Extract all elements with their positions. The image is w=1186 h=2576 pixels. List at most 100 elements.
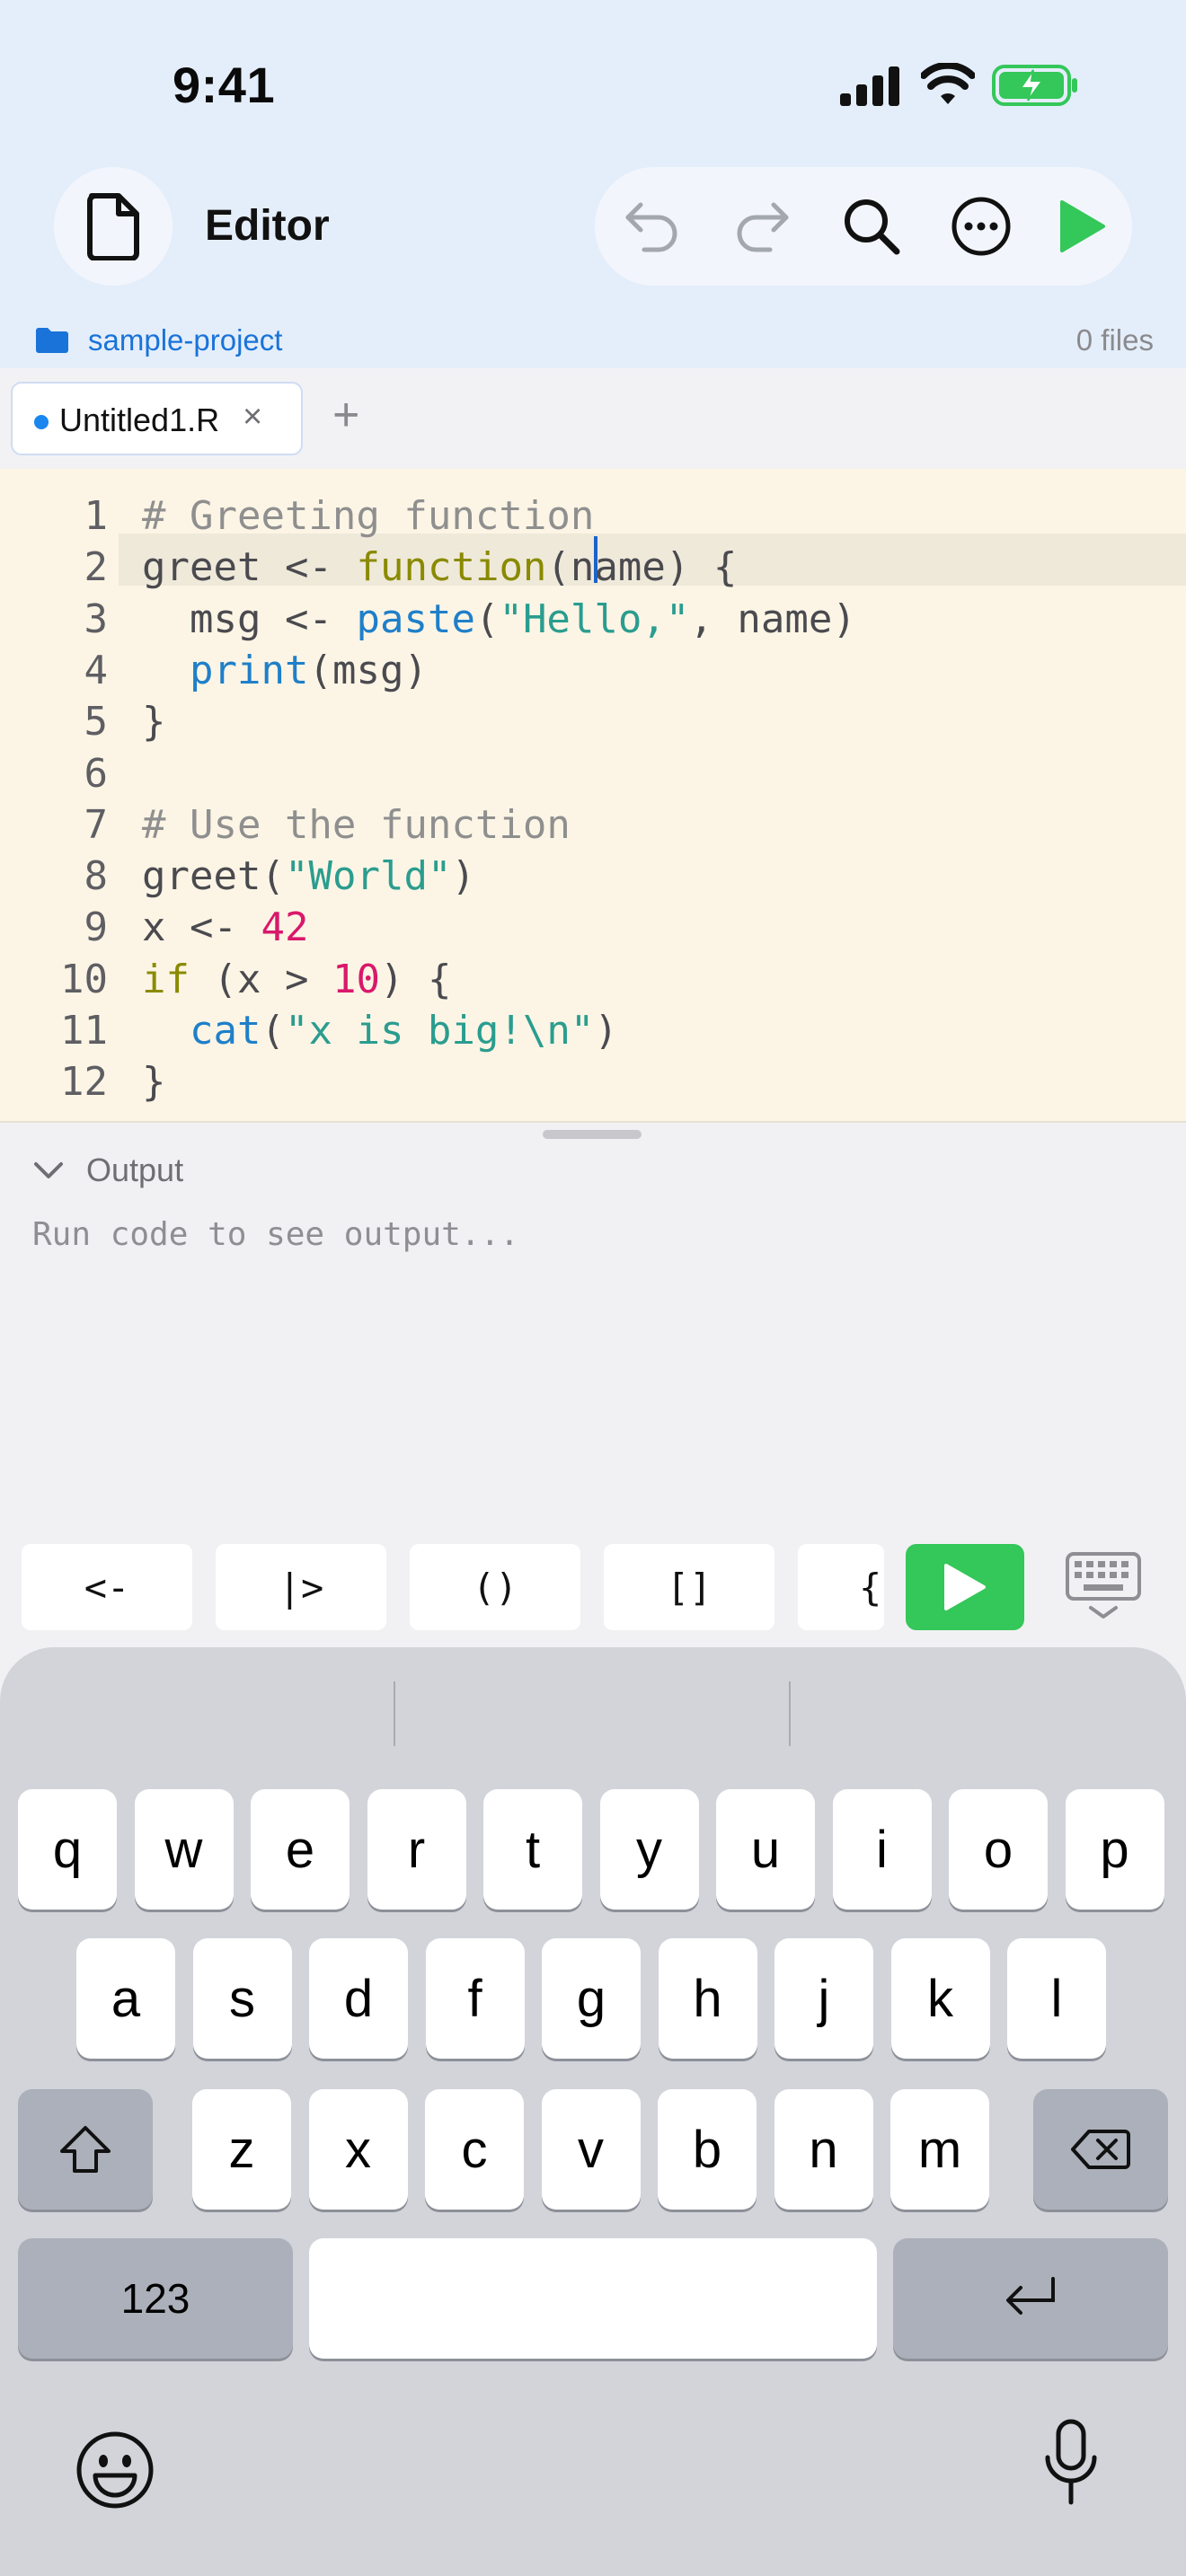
tab-label: Untitled1.R	[59, 401, 220, 438]
suggestion-divider	[394, 1681, 395, 1746]
key-k[interactable]: k	[890, 1938, 990, 2059]
line-number: 7	[84, 801, 109, 848]
key-s[interactable]: s	[192, 1938, 292, 2059]
key-z[interactable]: z	[192, 2089, 291, 2210]
parens-key[interactable]: ()	[410, 1544, 580, 1630]
more-icon	[951, 197, 1011, 256]
project-row: sample-project 0 files	[0, 316, 1186, 368]
delete-key[interactable]	[1033, 2089, 1168, 2210]
code-line[interactable]: 5}	[0, 696, 1186, 747]
assign-key[interactable]: <-	[22, 1544, 192, 1630]
delete-icon	[1071, 2130, 1130, 2169]
code-text: msg <- paste("Hello,", name)	[190, 595, 856, 642]
key-j[interactable]: j	[774, 1938, 873, 2059]
accessory-run-button[interactable]	[906, 1544, 1024, 1630]
key-w[interactable]: w	[134, 1789, 234, 1910]
space-key[interactable]	[309, 2238, 877, 2359]
tab-untitled1[interactable]: Untitled1.R ×	[11, 382, 303, 455]
key-m[interactable]: m	[890, 2089, 989, 2210]
code-line[interactable]: 12}	[0, 1056, 1186, 1107]
folder-icon	[36, 328, 68, 353]
line-number: 10	[60, 956, 108, 1002]
project-name-link[interactable]: sample-project	[88, 323, 282, 357]
key-l[interactable]: l	[1007, 1938, 1106, 2059]
key-q[interactable]: q	[18, 1789, 117, 1910]
line-number: 2	[84, 544, 109, 591]
search-button[interactable]	[836, 190, 907, 262]
line-number: 6	[84, 750, 109, 797]
brackets-key[interactable]: []	[604, 1544, 774, 1630]
code-text: # Use the function	[142, 801, 571, 848]
shift-key[interactable]	[18, 2089, 153, 2210]
play-icon	[1060, 200, 1105, 252]
output-header-label[interactable]: Output	[86, 1151, 183, 1189]
code-text: greet <- function(name) {	[142, 544, 738, 591]
code-line[interactable]: 9 x <- 42	[0, 902, 1186, 953]
code-line[interactable]: 1 # Greeting function	[0, 490, 1186, 542]
pipe-key[interactable]: |>	[216, 1544, 386, 1630]
redo-button[interactable]	[726, 190, 798, 262]
return-key[interactable]	[893, 2238, 1168, 2359]
key-e[interactable]: e	[251, 1789, 350, 1910]
key-u[interactable]: u	[716, 1789, 815, 1910]
editor-toolbar	[595, 167, 1132, 286]
key-n[interactable]: n	[774, 2089, 873, 2210]
document-icon	[87, 193, 139, 260]
key-i[interactable]: i	[832, 1789, 932, 1910]
line-number: 11	[60, 1008, 108, 1054]
page-title: Editor	[205, 202, 330, 250]
key-g[interactable]: g	[542, 1938, 641, 2059]
key-y[interactable]: y	[599, 1789, 699, 1910]
more-options-button[interactable]	[945, 190, 1017, 262]
unsaved-dot-icon	[34, 415, 49, 429]
software-keyboard: qwertyuiop asdfghjkl zxcvbnm 123	[0, 1647, 1186, 2576]
code-text: x <- 42	[142, 904, 309, 951]
key-b[interactable]: b	[658, 2089, 757, 2210]
key-r[interactable]: r	[367, 1789, 466, 1910]
top-header: 9:41 Editor sample-project 0 files	[0, 0, 1186, 368]
key-o[interactable]: o	[949, 1789, 1048, 1910]
code-text: # Greeting function	[142, 493, 595, 539]
code-line[interactable]: 11 cat("x is big!\n")	[0, 1005, 1186, 1056]
add-tab-button[interactable]: +	[332, 392, 359, 438]
numbers-key[interactable]: 123	[18, 2238, 293, 2359]
code-line[interactable]: 7 # Use the function	[0, 799, 1186, 851]
key-f[interactable]: f	[425, 1938, 525, 2059]
undo-button[interactable]	[616, 190, 688, 262]
key-d[interactable]: d	[309, 1938, 408, 2059]
suggestion-divider	[789, 1681, 791, 1746]
code-line[interactable]: 3 msg <- paste("Hello,", name)	[0, 594, 1186, 645]
cellular-signal-icon	[840, 66, 899, 106]
code-text: }	[142, 1059, 166, 1106]
return-icon	[1006, 2277, 1055, 2315]
code-line[interactable]: 6	[0, 748, 1186, 799]
run-button[interactable]	[1046, 190, 1118, 262]
code-line[interactable]: 10 if (x > 10) {	[0, 954, 1186, 1005]
tab-close-icon[interactable]: ×	[243, 398, 262, 437]
key-v[interactable]: v	[541, 2089, 641, 2210]
keyboard-dismiss-icon[interactable]	[1064, 1550, 1143, 1622]
key-a[interactable]: a	[76, 1938, 175, 2059]
line-number: 3	[84, 595, 109, 642]
key-h[interactable]: h	[658, 1938, 757, 2059]
code-line[interactable]: 8 greet("World")	[0, 851, 1186, 902]
brace-key[interactable]: {	[798, 1544, 884, 1630]
code-text: }	[142, 699, 166, 745]
battery-charging-icon	[992, 65, 1077, 106]
line-number: 9	[84, 904, 109, 951]
code-line[interactable]: 2 greet <- function(name) {	[0, 542, 1186, 593]
status-time: 9:41	[173, 57, 276, 113]
key-c[interactable]: c	[425, 2089, 524, 2210]
file-menu-button[interactable]	[54, 167, 173, 286]
chevron-down-icon[interactable]	[32, 1157, 65, 1184]
line-number: 5	[84, 699, 109, 745]
key-p[interactable]: p	[1065, 1789, 1164, 1910]
key-t[interactable]: t	[483, 1789, 582, 1910]
code-line[interactable]: 4 print(msg)	[0, 645, 1186, 696]
keyboard-accessory-bar: <- |> () [] {	[0, 1527, 1186, 1647]
line-number: 1	[84, 493, 109, 539]
key-x[interactable]: x	[308, 2089, 408, 2210]
resize-handle[interactable]	[543, 1130, 642, 1139]
emoji-icon[interactable]	[72, 2427, 158, 2513]
microphone-icon[interactable]	[1042, 2418, 1100, 2508]
